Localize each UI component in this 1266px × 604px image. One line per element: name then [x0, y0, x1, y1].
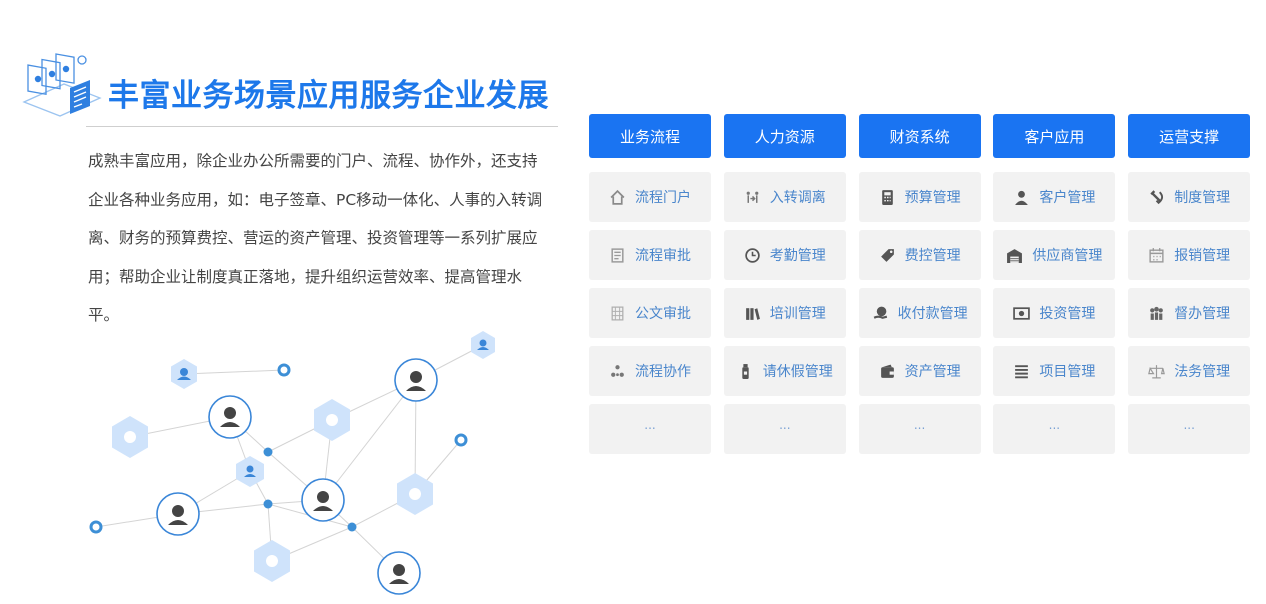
- more-card[interactable]: ...: [589, 404, 711, 454]
- category-column: 业务流程流程门户流程审批公文审批流程协作...: [589, 114, 711, 462]
- category-column: 人力资源入转调离考勤管理培训管理请休假管理...: [723, 114, 846, 462]
- app-card-label: ...: [1183, 418, 1195, 432]
- app-card[interactable]: 供应商管理: [993, 230, 1116, 280]
- category-tab[interactable]: 财资系统: [858, 114, 981, 158]
- category-column: 客户应用客户管理供应商管理投资管理项目管理...: [993, 114, 1116, 462]
- category-column: 运营支撑制度管理报销管理督办管理法务管理...: [1128, 114, 1251, 462]
- network-illustration: [89, 331, 495, 595]
- app-card[interactable]: 报销管理: [1128, 230, 1251, 280]
- user-icon: [1013, 189, 1030, 206]
- banknote-icon: [1013, 305, 1031, 322]
- app-card[interactable]: 法务管理: [1128, 346, 1251, 396]
- title-divider: [86, 126, 558, 127]
- app-card-label: ...: [1048, 418, 1061, 432]
- app-card-label: 客户管理: [1039, 190, 1096, 206]
- group-icon: [1148, 305, 1165, 322]
- more-card[interactable]: ...: [1128, 404, 1251, 454]
- app-card-label: 费控管理: [904, 248, 961, 264]
- page-description: 成熟丰富应用，除企业办公所需要的门户、流程、协作外，还支持企业各种业务应用，如：…: [88, 152, 543, 324]
- cluster-icon: [609, 363, 626, 380]
- app-card-label: ...: [644, 418, 656, 432]
- tag-icon: [879, 247, 896, 264]
- app-card[interactable]: 制度管理: [1128, 172, 1251, 222]
- app-card[interactable]: 收付款管理: [858, 288, 981, 338]
- wallet-icon: [879, 363, 896, 380]
- app-card-label: 流程审批: [635, 248, 691, 264]
- category-grid: 业务流程 流程门户 流程审批 公文审批 流程协作... 人力资源 入转调离 考勤管理 培训管理请…: [589, 114, 1251, 462]
- category-tab[interactable]: 人力资源: [723, 114, 846, 158]
- app-card[interactable]: 流程审批: [589, 230, 711, 280]
- app-card[interactable]: 客户管理: [993, 172, 1116, 222]
- app-card[interactable]: 考勤管理: [723, 230, 846, 280]
- app-card[interactable]: 资产管理: [858, 346, 981, 396]
- app-card[interactable]: 培训管理: [723, 288, 846, 338]
- app-card-label: 流程门户: [635, 190, 691, 206]
- app-card-label: ...: [779, 418, 791, 432]
- app-card-label: 流程协作: [635, 364, 691, 380]
- clock-icon: [744, 247, 761, 264]
- category-tab[interactable]: 运营支撑: [1128, 114, 1251, 158]
- app-card-label: 培训管理: [769, 306, 826, 322]
- app-card[interactable]: 流程协作: [589, 346, 711, 396]
- app-card-label: 制度管理: [1174, 190, 1231, 206]
- app-card-label: 法务管理: [1174, 364, 1231, 380]
- more-card[interactable]: ...: [993, 404, 1116, 454]
- app-card-label: 资产管理: [904, 364, 961, 380]
- app-card-label: 考勤管理: [769, 248, 826, 264]
- money-hand-icon: [872, 305, 889, 322]
- app-card-label: 督办管理: [1174, 306, 1231, 322]
- warehouse-icon: [1006, 247, 1023, 264]
- app-card[interactable]: 流程门户: [589, 172, 711, 222]
- category-tab[interactable]: 业务流程: [589, 114, 711, 158]
- more-card[interactable]: ...: [723, 404, 846, 454]
- more-card[interactable]: ...: [858, 404, 981, 454]
- scales-icon: [1148, 363, 1166, 380]
- app-card[interactable]: 预算管理: [858, 172, 981, 222]
- app-card-label: 报销管理: [1174, 248, 1231, 264]
- stacked-documents-logo-icon: [22, 53, 102, 117]
- page-title: 丰富业务场景应用服务企业发展: [108, 78, 549, 114]
- app-card[interactable]: 公文审批: [589, 288, 711, 338]
- document-icon: [609, 247, 626, 264]
- app-card-label: 公文审批: [635, 306, 691, 322]
- people-transfer-icon: [744, 189, 761, 206]
- doc-grid-icon: [609, 305, 626, 322]
- app-card[interactable]: 督办管理: [1128, 288, 1251, 338]
- app-card-label: 入转调离: [769, 190, 826, 206]
- list-icon: [1013, 363, 1030, 380]
- app-card-label: ...: [913, 418, 926, 432]
- books-icon: [744, 305, 761, 322]
- app-card-label: 收付款管理: [897, 306, 968, 322]
- app-card[interactable]: 投资管理: [993, 288, 1116, 338]
- app-card-label: 请休假管理: [762, 364, 833, 380]
- app-card[interactable]: 入转调离: [723, 172, 846, 222]
- app-card-label: 投资管理: [1039, 306, 1096, 322]
- app-card[interactable]: 请休假管理: [723, 346, 846, 396]
- hammer-sickle-icon: [1148, 189, 1165, 206]
- category-tab[interactable]: 客户应用: [993, 114, 1116, 158]
- bottle-icon: [737, 363, 754, 380]
- app-card-label: 预算管理: [904, 190, 961, 206]
- app-card[interactable]: 费控管理: [858, 230, 981, 280]
- calendar-icon: [1148, 247, 1165, 264]
- app-card-label: 项目管理: [1039, 364, 1096, 380]
- app-card[interactable]: 项目管理: [993, 346, 1116, 396]
- calculator-icon: [879, 189, 896, 206]
- app-card-label: 供应商管理: [1032, 248, 1103, 264]
- home-icon: [609, 189, 626, 206]
- category-column: 财资系统预算管理费控管理收付款管理资产管理...: [858, 114, 981, 462]
